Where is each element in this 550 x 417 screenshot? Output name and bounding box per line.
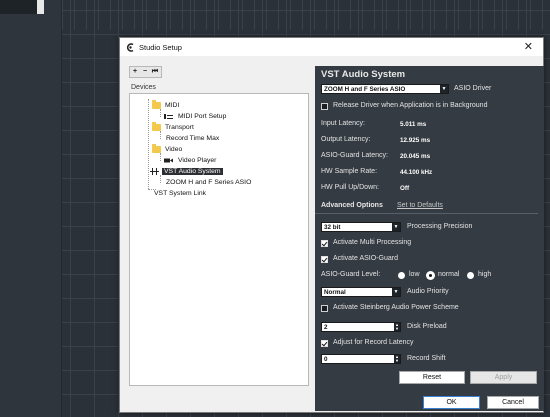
tree-item-transport[interactable]: Transport [152, 121, 196, 132]
level-high-radio[interactable] [467, 272, 474, 279]
level-low-radio[interactable] [398, 272, 405, 279]
asio-guard-checkbox[interactable] [321, 256, 328, 263]
stepper-arrows-icon[interactable]: ▲ ▼ [394, 323, 400, 331]
tab-advanced-options[interactable]: Advanced Options [321, 202, 383, 209]
multi-processing-label: Activate Multi Processing [333, 239, 412, 246]
asio-driver-select[interactable]: ZOOM H and F Series ASIO ▼ [321, 84, 449, 94]
asio-guard-label: Activate ASIO-Guard [333, 255, 398, 262]
reset-device-button[interactable]: ⏮ [150, 67, 160, 77]
release-driver-checkbox[interactable] [321, 103, 328, 110]
multi-processing-checkbox[interactable] [321, 240, 328, 247]
vst-audio-system-panel: VST Audio System ZOOM H and F Series ASI… [315, 66, 544, 411]
disk-preload-label: Disk Preload [407, 323, 447, 330]
remove-device-button[interactable]: − [140, 67, 150, 77]
power-scheme-checkbox[interactable] [321, 305, 328, 312]
disk-preload-stepper[interactable]: 2 ▲ ▼ [321, 322, 401, 332]
record-shift-stepper[interactable]: 0 ▲ ▼ [321, 354, 401, 364]
level-high-label: high [478, 271, 492, 278]
asio-driver-label: ASIO Driver [454, 85, 492, 92]
level-normal-label: normal [438, 271, 460, 278]
video-camera-icon [164, 157, 173, 164]
release-driver-label: Release Driver when Application is in Ba… [333, 102, 488, 109]
folder-icon [152, 99, 161, 109]
dialog-titlebar: Studio Setup ✕ [120, 38, 543, 56]
daw-ruler [62, 0, 550, 30]
panel-title: VST Audio System [321, 69, 406, 80]
tree-toolbar: + − ⏮ [129, 66, 162, 78]
close-icon[interactable]: ✕ [524, 41, 533, 53]
apply-button[interactable]: Apply [470, 371, 537, 384]
audio-priority-value: Normal [324, 289, 346, 296]
audio-priority-select[interactable]: Normal ▼ [321, 287, 401, 297]
input-latency-value: 5.011 ms [400, 121, 427, 128]
asio-driver-value: ZOOM H and F Series ASIO [324, 86, 406, 93]
tree-item-video-player[interactable]: Video Player [164, 155, 218, 165]
daw-top-strip [0, 0, 44, 14]
folder-icon [152, 143, 161, 153]
asio-guard-level-label: ASIO-Guard Level: [321, 271, 381, 278]
chevron-down-icon: ▼ [392, 223, 400, 231]
tree-item-vst-system-link[interactable]: VST System Link [152, 188, 208, 198]
cubase-logo-icon [126, 42, 135, 52]
tree-item-zoom-asio[interactable]: ZOOM H and F Series ASIO [164, 177, 253, 187]
processing-precision-label: Processing Precision [407, 223, 473, 230]
add-device-button[interactable]: + [130, 67, 140, 77]
tree-item-midi[interactable]: MIDI [152, 99, 181, 110]
power-scheme-label: Activate Steinberg Audio Power Scheme [333, 304, 459, 311]
level-low-label: low [409, 271, 420, 278]
asio-guard-latency-label: ASIO-Guard Latency: [321, 152, 388, 159]
hw-pull-label: HW Pull Up/Down: [321, 184, 379, 191]
output-latency-value: 12.925 ms [400, 137, 431, 144]
dialog-title: Studio Setup [139, 42, 182, 52]
chevron-down-icon: ▼ [392, 288, 400, 296]
disk-preload-value: 2 [324, 324, 328, 331]
processing-precision-select[interactable]: 32 bit ▼ [321, 222, 401, 232]
set-to-defaults-link[interactable]: Set to Defaults [397, 202, 443, 209]
midi-port-icon [164, 113, 173, 120]
tree-item-video[interactable]: Video [152, 143, 184, 154]
devices-label: Devices [131, 84, 156, 91]
devices-tree: MIDI MIDI Port Setup Transport Record Ti… [129, 93, 309, 386]
record-shift-value: 0 [324, 356, 328, 363]
hw-sample-rate-label: HW Sample Rate: [321, 168, 378, 175]
chevron-down-icon: ▼ [440, 85, 448, 93]
tree-item-record-time-max[interactable]: Record Time Max [164, 133, 221, 143]
dialog-body: + − ⏮ Devices MIDI MIDI Port Setup Trans… [126, 62, 544, 412]
processing-precision-value: 32 bit [324, 224, 341, 231]
adjust-latency-label: Adjust for Record Latency [333, 339, 414, 346]
hw-sample-rate-value: 44.100 kHz [400, 169, 433, 176]
output-latency-label: Output Latency: [321, 136, 371, 143]
reset-button[interactable]: Reset [399, 371, 465, 384]
studio-setup-dialog: Studio Setup ✕ + − ⏮ Devices MIDI MIDI P… [119, 37, 544, 413]
tree-item-midi-port-setup[interactable]: MIDI Port Setup [164, 111, 228, 121]
folder-icon [152, 121, 161, 131]
hw-pull-value: Off [400, 185, 410, 192]
adjust-latency-checkbox[interactable] [321, 340, 328, 347]
input-latency-label: Input Latency: [321, 120, 365, 127]
cancel-button[interactable]: Cancel [487, 396, 539, 409]
audio-priority-label: Audio Priority [407, 288, 449, 295]
options-divider [315, 213, 538, 214]
record-shift-label: Record Shift [407, 355, 446, 362]
tree-item-vst-audio-system[interactable]: VST Audio System [150, 166, 223, 176]
daw-track-list-area [0, 0, 62, 417]
devices-panel: + − ⏮ Devices MIDI MIDI Port Setup Trans… [129, 66, 309, 386]
level-normal-radio[interactable] [427, 272, 434, 279]
asio-guard-latency-value: 20.045 ms [400, 153, 431, 160]
audio-system-icon [150, 167, 159, 175]
ok-button[interactable]: OK [423, 396, 480, 409]
stepper-arrows-icon[interactable]: ▲ ▼ [394, 355, 400, 363]
